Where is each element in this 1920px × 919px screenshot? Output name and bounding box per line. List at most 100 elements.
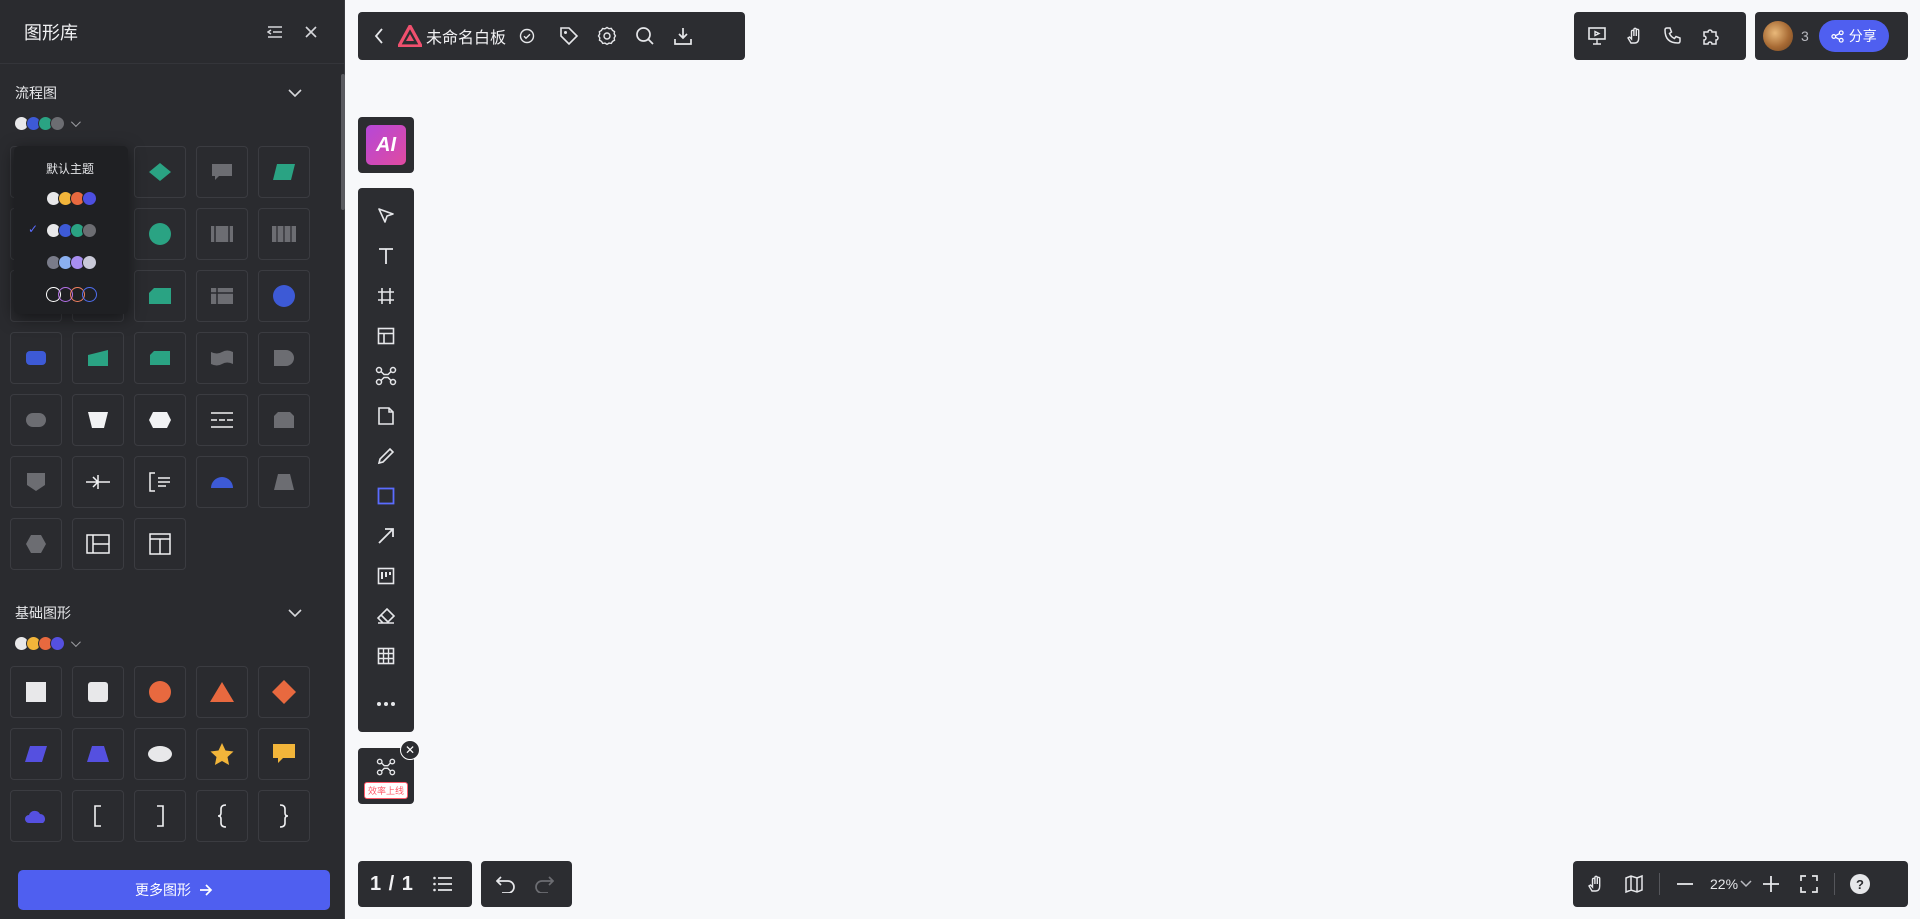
sticky-note-tool[interactable] xyxy=(358,396,414,436)
shape-speech-bubble[interactable] xyxy=(258,728,310,780)
pen-tool[interactable] xyxy=(358,436,414,476)
collaborator-count[interactable]: 3 xyxy=(1801,28,1809,44)
close-icon[interactable]: ✕ xyxy=(400,740,420,760)
shape-tool[interactable] xyxy=(358,476,414,516)
share-button[interactable]: 分享 xyxy=(1818,20,1889,52)
shape-manual-input[interactable] xyxy=(72,332,124,384)
shape-cloud[interactable] xyxy=(10,790,62,842)
select-tool[interactable] xyxy=(358,196,414,236)
shape-card[interactable] xyxy=(134,270,186,322)
close-icon[interactable] xyxy=(302,23,320,41)
chevron-down-icon[interactable] xyxy=(288,88,302,98)
minimap-button[interactable] xyxy=(1615,865,1653,903)
search-button[interactable] xyxy=(626,17,664,55)
shape-junction[interactable] xyxy=(72,456,124,508)
eraser-tool[interactable] xyxy=(358,596,414,636)
shape-tape[interactable] xyxy=(196,332,248,384)
shape-trapezoid[interactable] xyxy=(72,394,124,446)
shape-hexagon[interactable] xyxy=(134,394,186,446)
panel-scrollbar[interactable] xyxy=(341,74,345,210)
shape-triangle[interactable] xyxy=(196,666,248,718)
shape-callout[interactable] xyxy=(196,146,248,198)
shape-star[interactable] xyxy=(196,728,248,780)
shape-square[interactable] xyxy=(10,666,62,718)
presentation-button[interactable] xyxy=(1578,17,1616,55)
frame-tool[interactable] xyxy=(358,276,414,316)
chevron-down-icon[interactable] xyxy=(1740,880,1752,888)
page-indicator[interactable]: 1 / 1 xyxy=(370,873,414,896)
mindmap-tool[interactable] xyxy=(358,356,414,396)
theme-option-selected[interactable]: ✓ xyxy=(14,214,128,246)
shape-parallelogram[interactable] xyxy=(258,146,310,198)
wave-button[interactable] xyxy=(1616,17,1654,55)
chevron-down-icon xyxy=(70,116,81,127)
shape-terminator[interactable] xyxy=(10,394,62,446)
settings-button[interactable] xyxy=(588,17,626,55)
zoom-level[interactable]: 22% xyxy=(1710,876,1738,892)
pan-tool-button[interactable] xyxy=(1577,865,1615,903)
shape-left-bracket[interactable] xyxy=(72,790,124,842)
shape-library-panel: 图形库 流程图 基础图形 更多图形 xyxy=(0,0,345,919)
download-button[interactable] xyxy=(664,17,702,55)
undo-button[interactable] xyxy=(487,865,525,903)
text-tool[interactable] xyxy=(358,236,414,276)
divider xyxy=(1659,873,1660,895)
shape-hexagon[interactable] xyxy=(10,518,62,570)
shape-diamond[interactable] xyxy=(258,666,310,718)
shape-trapezoid-up[interactable] xyxy=(258,456,310,508)
shape-annotation[interactable] xyxy=(134,456,186,508)
avatar[interactable] xyxy=(1763,21,1793,51)
shape-swimlane-vertical[interactable] xyxy=(134,518,186,570)
shape-left-brace[interactable] xyxy=(196,790,248,842)
table-tool[interactable] xyxy=(358,636,414,676)
fit-screen-button[interactable] xyxy=(1790,865,1828,903)
shape-loop-limit[interactable] xyxy=(258,394,310,446)
basic-theme-selector[interactable] xyxy=(0,630,340,656)
shape-multi-process[interactable] xyxy=(258,208,310,260)
zoom-out-button[interactable] xyxy=(1666,865,1704,903)
theme-option[interactable] xyxy=(14,246,128,278)
section-flowchart-header[interactable]: 流程图 xyxy=(0,76,340,110)
page-list-button[interactable] xyxy=(424,865,462,903)
shape-swimlane-horizontal[interactable] xyxy=(72,518,124,570)
shape-circle[interactable] xyxy=(134,666,186,718)
theme-option[interactable] xyxy=(14,278,128,310)
ai-assistant-button[interactable]: AI xyxy=(358,117,414,173)
kanban-tool[interactable] xyxy=(358,556,414,596)
shape-offpage-connector[interactable] xyxy=(10,456,62,508)
shape-ellipse[interactable] xyxy=(134,728,186,780)
zoom-in-button[interactable] xyxy=(1752,865,1790,903)
plugins-button[interactable] xyxy=(1692,17,1730,55)
section-basic-header[interactable]: 基础图形 xyxy=(0,596,340,630)
help-button[interactable]: ? xyxy=(1841,865,1879,903)
shape-trapezoid[interactable] xyxy=(72,728,124,780)
shape-predefined-process[interactable] xyxy=(196,208,248,260)
flowchart-theme-selector[interactable] xyxy=(0,110,340,136)
shape-diamond[interactable] xyxy=(134,146,186,198)
more-shapes-button[interactable]: 更多图形 xyxy=(18,870,330,910)
shape-semicircle[interactable] xyxy=(196,456,248,508)
tag-button[interactable] xyxy=(550,17,588,55)
shape-circle[interactable] xyxy=(258,270,310,322)
shape-parallelogram[interactable] xyxy=(10,728,62,780)
template-tool[interactable] xyxy=(358,316,414,356)
shape-right-brace[interactable] xyxy=(258,790,310,842)
more-tools-button[interactable] xyxy=(358,684,414,724)
chevron-down-icon[interactable] xyxy=(288,608,302,618)
redo-button[interactable] xyxy=(525,865,563,903)
connector-tool[interactable] xyxy=(358,516,414,556)
shape-annotation-lines[interactable] xyxy=(196,394,248,446)
shape-circle[interactable] xyxy=(134,208,186,260)
shape-rounded-rect[interactable] xyxy=(10,332,62,384)
back-button[interactable] xyxy=(360,17,398,55)
arrow-right-icon xyxy=(200,884,213,896)
shape-rounded-square[interactable] xyxy=(72,666,124,718)
shape-internal-storage[interactable] xyxy=(196,270,248,322)
call-button[interactable] xyxy=(1654,17,1692,55)
shape-delay[interactable] xyxy=(258,332,310,384)
shape-card[interactable] xyxy=(134,332,186,384)
document-title[interactable]: 未命名白板 xyxy=(426,24,506,48)
theme-option[interactable] xyxy=(14,182,128,214)
shape-right-bracket[interactable] xyxy=(134,790,186,842)
collapse-panel-icon[interactable] xyxy=(266,23,284,41)
